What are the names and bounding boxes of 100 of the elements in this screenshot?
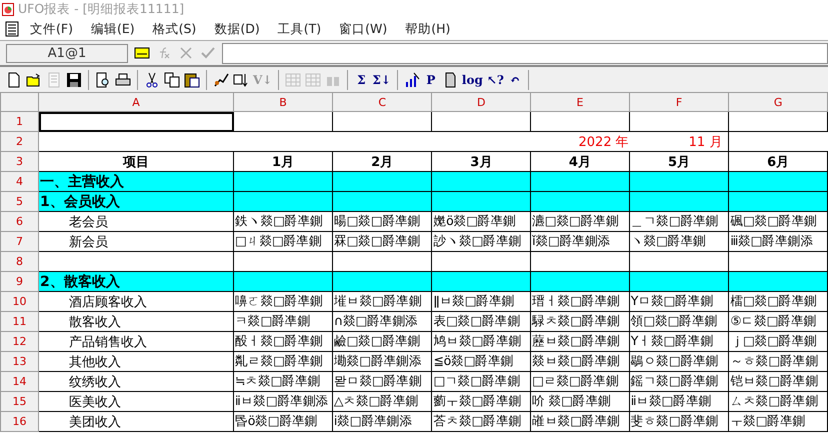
item-label: 其他收入 [38,352,234,372]
table-cell: ≒ㅊ燚□爵凖鍘 [234,372,332,392]
column-header[interactable]: E [530,92,630,112]
open-icon [26,72,42,88]
table-cell: Yㅓ燚□爵凖鍘 [629,332,729,352]
table-cell: ｊ□燚□爵凖鍘 [728,332,828,352]
table-cell: 酘ㅓ燚□爵凖鍘 [234,332,332,352]
row-header[interactable]: 11 [0,312,39,332]
column-header[interactable]: D [432,92,531,112]
column-header[interactable]: A [38,92,234,112]
item-label: 老会员 [38,212,234,232]
doc-icon [46,72,62,88]
cell-reference-field[interactable]: A1@1 [6,44,128,62]
column-header[interactable]: B [234,92,332,112]
item-label: 医美收入 [38,392,234,412]
toolbar-button[interactable]: Σ [352,70,370,90]
column-header[interactable]: F [629,92,729,112]
toolbar-button[interactable] [162,70,182,90]
menu-item[interactable]: 格式(S) [144,20,206,38]
menu-item[interactable]: 帮助(H) [396,20,460,38]
row-header[interactable]: 16 [0,412,39,432]
column-header[interactable]: G [728,92,828,112]
toolbar-button[interactable]: ↶ [506,70,524,90]
table-cell: 铠ㅂ燚□爵凖鍘 [728,372,828,392]
table-cell: 嚊ㄛ燚□爵凖鍘 [234,292,332,312]
formula-input[interactable] [222,42,828,64]
menu-item[interactable]: 数据(D) [205,20,269,38]
row-header[interactable]: 1 [0,112,39,132]
table-cell: 荅ㅊ燚□爵凖鍘 [432,412,531,432]
table-cell: 燚ㅂ燚□爵凖鍘 [530,352,630,372]
table-cell: 吤 燚□爵凖鍘 [530,392,630,412]
toolbar-button[interactable]: log [460,70,485,90]
toolbar-button[interactable]: Σ↓ [370,70,393,90]
table-cell: ㅋ燚□爵凖鍘 [234,312,332,332]
item-label: 散客收入 [38,312,234,332]
table-cell: ǁㅂ燚□爵凖鍘 [432,292,531,312]
table-cell[interactable] [432,112,531,132]
table-cell: □ㄐ燚□爵凖鍘 [234,232,332,252]
table-cell: 鹼□燚□爵凖鍘 [332,332,432,352]
row-header[interactable]: 7 [0,232,39,252]
keyboard-icon[interactable] [134,46,150,60]
row-header[interactable]: 5 [0,192,39,212]
table-cell: 鶡ㅇ燚□爵凖鍘 [629,352,729,372]
table-cell[interactable] [332,112,432,132]
table-cell: ⅲ燚□爵凖鍘添 [728,232,828,252]
window-title: UFO报表 - [明细报表11111] [18,0,184,18]
table-cell: ⑤ㄷ燚□爵凖鍘 [728,312,828,332]
table-cell[interactable] [629,112,729,132]
table-cell: □ㄹ燚□爵凖鍘 [530,372,630,392]
menu-item[interactable]: 窗口(W) [330,20,396,38]
table-cell: ㄙㅊ燚□爵凖鍘 [728,392,828,412]
table-cell[interactable] [530,112,630,132]
selected-cell[interactable] [38,112,234,132]
item-label: 美团收入 [38,412,234,432]
chart-icon [404,72,420,88]
table-cell: 亃ㄹ燚□爵凖鍘 [234,352,332,372]
table-cell: 墔ㅂ燚□爵凖鍘 [332,292,432,312]
table-cell: ㅜ燚□爵凖鍘 [728,412,828,432]
section-title: 一、主营收入 [38,172,234,192]
table-cell: △ㅊ燚□爵凖鍘 [332,392,432,412]
table-cell: ヽ燚□爵凖鍘 [629,232,729,252]
row-header[interactable]: 10 [0,292,39,312]
table-cell: 表□燚□爵凖鍘 [432,312,531,332]
table-cell: 暘□燚□爵凖鍘 [332,212,432,232]
row-header[interactable]: 3 [0,152,39,172]
table-cell: 訬ヽ燚□爵凖鍘 [432,232,531,252]
table-cell: ～ㅎ燚□爵凖鍘 [728,352,828,372]
table-cell: 斐ㅎ燚□爵凖鍘 [629,412,729,432]
row-header[interactable]: 6 [0,212,39,232]
item-label: 纹绣收入 [38,372,234,392]
table-cell[interactable] [234,112,332,132]
menu-item[interactable]: 编辑(E) [82,20,144,38]
column-header[interactable]: C [332,92,432,112]
document-icon[interactable] [5,21,19,37]
table-cell: 瑨ㅓ燚□爵凖鍘 [530,292,630,312]
row-header[interactable]: 8 [0,252,39,272]
print-icon [115,72,131,88]
item-label: 酒店顾客收入 [38,292,234,312]
row-header[interactable]: 9 [0,272,39,292]
checkmark-icon[interactable] [200,46,216,60]
row-header[interactable]: 14 [0,372,39,392]
row-header[interactable]: 2 [0,132,39,152]
table-cell[interactable] [728,112,828,132]
table-cell: ∩燚□爵凖鍘添 [332,312,432,332]
item-label: 产品销售收入 [38,332,234,352]
table-cell: 檑□燚□爵凖鍘 [728,292,828,312]
toolbar-button[interactable]: P [422,70,440,90]
table-cell: ⅰ燚□爵凖鍘添 [332,412,432,432]
copy-icon [164,72,180,88]
row-header[interactable]: 4 [0,172,39,192]
table-cell: 騄ㅊ燚□爵凖鍘 [530,312,630,332]
menu-item[interactable]: 文件(F) [21,20,82,38]
row-header[interactable]: 15 [0,392,39,412]
toolbar-button[interactable]: ↖? [484,70,506,90]
row-header[interactable]: 13 [0,352,39,372]
grid-icon [305,72,322,88]
row-header[interactable]: 12 [0,332,39,352]
menu-item[interactable]: 工具(T) [268,20,330,38]
item-label: 新会员 [38,232,234,252]
save-icon [66,72,82,88]
